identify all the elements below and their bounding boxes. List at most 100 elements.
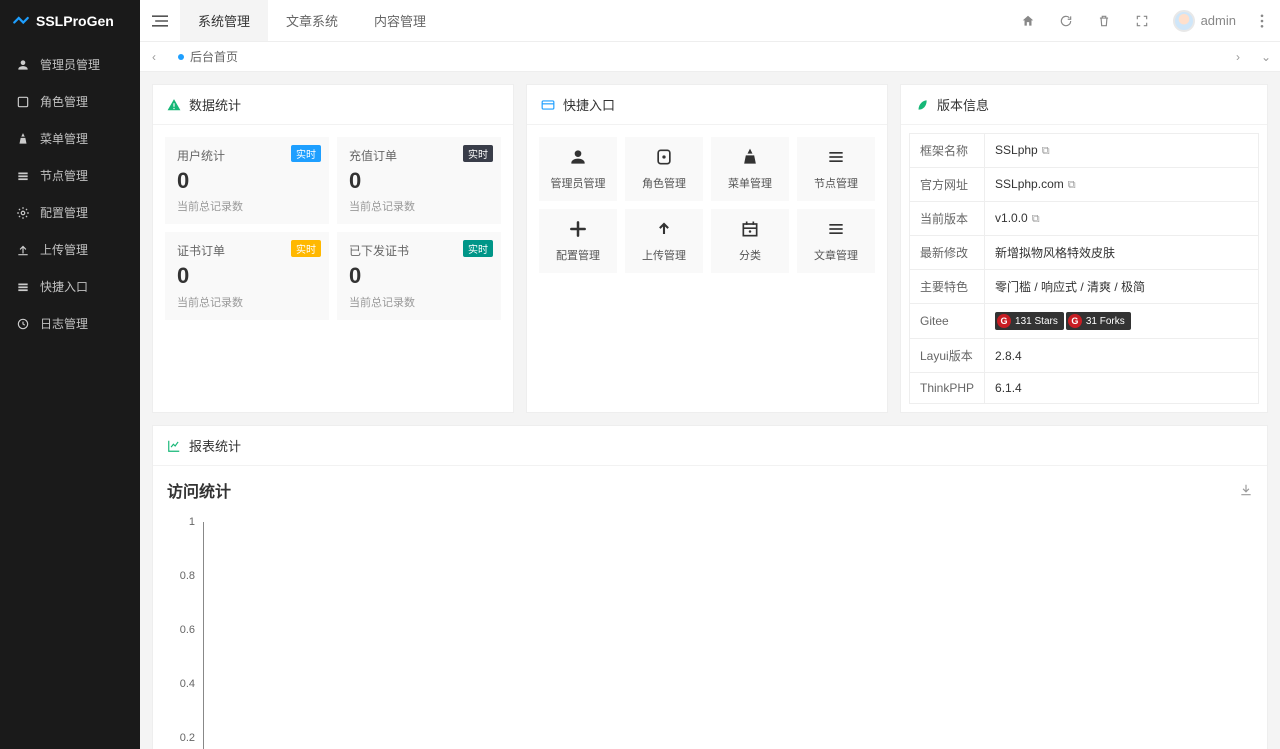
sidebar: SSLProGen 管理员管理角色管理菜单管理节点管理配置管理上传管理快捷入口日… xyxy=(0,0,140,749)
gitee-forks-badge[interactable]: G31 Forks xyxy=(1066,312,1131,330)
stat-sub: 当前总记录数 xyxy=(177,198,317,214)
sidebar-item-label: 菜单管理 xyxy=(40,130,88,147)
sidebar-item-label: 角色管理 xyxy=(40,93,88,110)
version-key: 当前版本 xyxy=(910,202,985,236)
quick-item-icon xyxy=(826,219,846,239)
sidebar-item-label: 配置管理 xyxy=(40,204,88,221)
stat-value: 0 xyxy=(177,168,317,194)
stats-title: 数据统计 xyxy=(189,95,241,114)
version-row: Layui版本2.8.4 xyxy=(910,339,1259,373)
y-tick: 0.6 xyxy=(180,624,195,636)
version-value: v1.0.0⧉ xyxy=(985,202,1259,236)
user-menu[interactable]: admin xyxy=(1173,10,1236,32)
version-row: 最新修改新增拟物风格特效皮肤 xyxy=(910,236,1259,270)
sidebar-item[interactable]: 配置管理 xyxy=(0,194,140,231)
sidebar-item[interactable]: 管理员管理 xyxy=(0,46,140,83)
quick-item[interactable]: 菜单管理 xyxy=(711,137,789,201)
copy-icon[interactable]: ⧉ xyxy=(1042,145,1050,157)
download-icon[interactable] xyxy=(1239,483,1253,497)
sidebar-item-icon xyxy=(16,132,30,146)
copy-icon[interactable]: ⧉ xyxy=(1032,213,1040,225)
quick-item-label: 节点管理 xyxy=(814,175,858,191)
sidebar-item[interactable]: 上传管理 xyxy=(0,231,140,268)
sidebar-item-icon xyxy=(16,280,30,294)
sidebar-item-label: 上传管理 xyxy=(40,241,88,258)
sidebar-item-label: 快捷入口 xyxy=(40,278,88,295)
stat-badge: 实时 xyxy=(463,240,493,257)
sidebar-item[interactable]: 节点管理 xyxy=(0,157,140,194)
chart-title: 访问统计 xyxy=(167,478,231,502)
quick-item[interactable]: 角色管理 xyxy=(625,137,703,201)
sidebar-item-icon xyxy=(16,169,30,183)
version-key: 最新修改 xyxy=(910,236,985,270)
quick-item-icon xyxy=(568,219,588,239)
more-icon[interactable] xyxy=(1260,14,1264,28)
nav-tab[interactable]: 内容管理 xyxy=(356,0,444,41)
copy-icon[interactable]: ⧉ xyxy=(1068,179,1076,191)
tab-next-icon[interactable]: › xyxy=(1224,50,1252,64)
sidebar-item-icon xyxy=(16,58,30,72)
quick-item[interactable]: 管理员管理 xyxy=(539,137,617,201)
stat-sub: 当前总记录数 xyxy=(349,198,489,214)
version-key: 主要特色 xyxy=(910,270,985,304)
brand-logo[interactable]: SSLProGen xyxy=(0,0,140,42)
stat-badge: 实时 xyxy=(291,145,321,162)
quick-item-icon xyxy=(654,219,674,239)
stat-value: 0 xyxy=(349,263,489,289)
home-icon[interactable] xyxy=(1021,14,1035,28)
quick-item-label: 文章管理 xyxy=(814,247,858,263)
version-key: 框架名称 xyxy=(910,134,985,168)
tab-down-icon[interactable]: ⌄ xyxy=(1252,50,1280,64)
tab-prev-icon[interactable]: ‹ xyxy=(140,50,168,64)
sidebar-item[interactable]: 角色管理 xyxy=(0,83,140,120)
avatar xyxy=(1173,10,1195,32)
refresh-icon[interactable] xyxy=(1059,14,1073,28)
fullscreen-icon[interactable] xyxy=(1135,14,1149,28)
version-value: SSLphp⧉ xyxy=(985,134,1259,168)
version-key: Layui版本 xyxy=(910,339,985,373)
stat-value: 0 xyxy=(349,168,489,194)
stat-tile: 实时充值订单0当前总记录数 xyxy=(337,137,501,224)
version-value: 新增拟物风格特效皮肤 xyxy=(985,236,1259,270)
trash-icon[interactable] xyxy=(1097,14,1111,28)
sidebar-item[interactable]: 菜单管理 xyxy=(0,120,140,157)
nav-tab[interactable]: 系统管理 xyxy=(180,0,268,41)
stat-tile: 实时用户统计0当前总记录数 xyxy=(165,137,329,224)
nav-tab[interactable]: 文章系统 xyxy=(268,0,356,41)
quick-item[interactable]: 上传管理 xyxy=(625,209,703,273)
quick-item-label: 角色管理 xyxy=(642,175,686,191)
sidebar-item-label: 节点管理 xyxy=(40,167,88,184)
version-value: SSLphp.com⧉ xyxy=(985,168,1259,202)
warning-icon xyxy=(167,98,181,112)
hamburger-icon[interactable] xyxy=(140,14,180,28)
sidebar-item-icon xyxy=(16,206,30,220)
tab-label: 后台首页 xyxy=(190,48,238,65)
quick-item[interactable]: 分类 xyxy=(711,209,789,273)
version-row: 主要特色零门槛 / 响应式 / 清爽 / 极简 xyxy=(910,270,1259,304)
sidebar-item[interactable]: 日志管理 xyxy=(0,305,140,342)
y-tick: 0.4 xyxy=(180,678,195,690)
quick-item[interactable]: 文章管理 xyxy=(797,209,875,273)
gitee-stars-badge[interactable]: G131 Stars xyxy=(995,312,1064,330)
quick-item[interactable]: 配置管理 xyxy=(539,209,617,273)
chart-icon xyxy=(167,439,181,453)
version-title: 版本信息 xyxy=(937,95,989,114)
username: admin xyxy=(1201,13,1236,28)
current-tab[interactable]: 后台首页 xyxy=(168,48,248,65)
header: 系统管理文章系统内容管理 admin xyxy=(140,0,1280,42)
version-value: G131 StarsG31 Forks xyxy=(985,304,1259,339)
y-tick: 1 xyxy=(189,516,195,528)
y-tick: 0.2 xyxy=(180,732,195,744)
quick-item[interactable]: 节点管理 xyxy=(797,137,875,201)
quick-item-label: 菜单管理 xyxy=(728,175,772,191)
stat-badge: 实时 xyxy=(291,240,321,257)
quick-title: 快捷入口 xyxy=(563,95,615,114)
stat-tile: 实时已下发证书0当前总记录数 xyxy=(337,232,501,319)
card-icon xyxy=(541,98,555,112)
tab-active-dot xyxy=(178,54,184,60)
report-card: 报表统计 访问统计 00.20.40.60.81 用户统计充值订单证书订单已下发… xyxy=(152,425,1268,749)
sidebar-item[interactable]: 快捷入口 xyxy=(0,268,140,305)
chart-plot: 00.20.40.60.81 用户统计充值订单证书订单已下发证书 xyxy=(153,502,1267,749)
quick-item-icon xyxy=(826,147,846,167)
stat-badge: 实时 xyxy=(463,145,493,162)
